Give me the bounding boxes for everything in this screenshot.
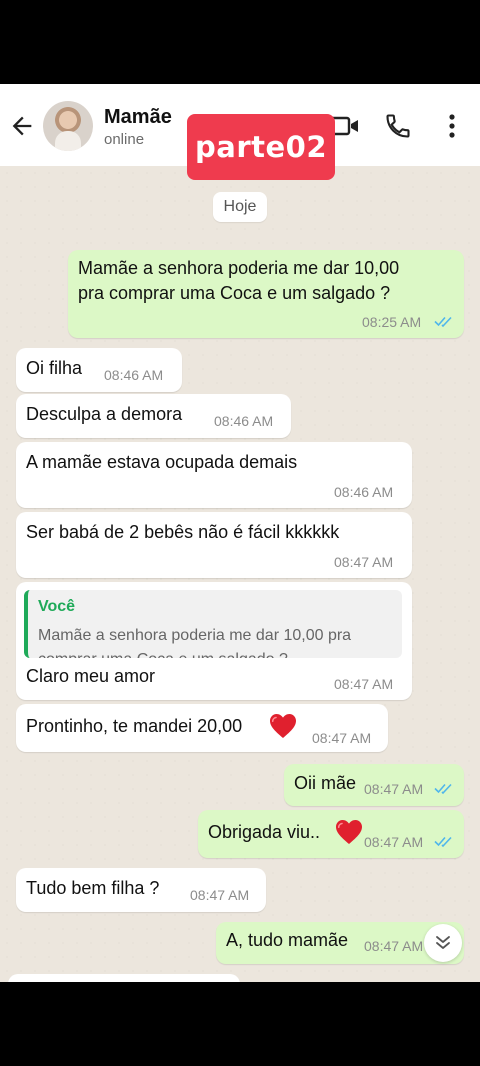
more-vertical-icon[interactable] [440,112,464,140]
back-arrow-icon[interactable] [8,112,36,140]
message-time: 08:46 AM [214,413,274,429]
message-incoming-partial[interactable] [8,974,240,982]
chevron-double-down-icon [436,936,450,949]
message-outgoing[interactable]: Mamãe a senhora poderia me dar 10,00 pra… [68,250,464,338]
message-time: 08:47 AM [312,730,372,746]
message-text: Ser babá de 2 bebês não é fácil kkkkkk [26,522,340,542]
scroll-to-bottom-button[interactable] [424,924,462,962]
overlay-caption-badge: parte02 [187,114,335,180]
avatar[interactable] [43,101,93,151]
message-text: Tudo bem filha ? [26,878,160,898]
contact-status: online [104,131,145,148]
message-time: 08:46 AM [104,367,164,383]
message-text: Oi filha [26,358,83,378]
message-time: 08:47 AM [334,676,394,692]
message-incoming-reply[interactable]: Você Mamãe a senhora poderia me dar 10,0… [16,582,412,700]
message-time: 08:47 AM [334,554,394,570]
message-text: Oii mãe [294,773,357,793]
heart-icon [270,714,296,738]
heart-icon [336,820,362,844]
chat-area[interactable]: Hoje Mamãe a senhora poderia me dar 10,0… [0,166,480,982]
message-outgoing[interactable]: Obrigada viu.. 08:47 AM [198,810,464,858]
message-time: 08:47 AM [364,834,424,850]
message-incoming[interactable]: Oi filha 08:46 AM [16,348,182,392]
message-text: Obrigada viu.. [208,822,321,842]
message-incoming[interactable]: Ser babá de 2 bebês não é fácil kkkkkk 0… [16,512,412,578]
top-black-bar [0,0,480,84]
contact-name[interactable]: Mamãe [104,106,172,129]
message-text: pra comprar uma Coca e um salgado ? [78,283,391,303]
message-text: Desculpa a demora [26,404,183,424]
message-text: A mamãe estava ocupada demais [26,452,298,472]
message-incoming[interactable]: A mamãe estava ocupada demais 08:46 AM [16,442,412,508]
double-check-icon [434,836,452,848]
double-check-icon [434,316,452,328]
double-check-icon [434,783,452,795]
message-text: A, tudo mamãe [226,930,349,950]
message-incoming[interactable]: Desculpa a demora 08:46 AM [16,394,291,438]
quote-author: Você [38,598,76,615]
message-time: 08:46 AM [334,484,394,500]
message-outgoing[interactable]: Oii mãe 08:47 AM [284,764,464,806]
message-time: 08:47 AM [364,781,424,797]
message-text: Claro meu amor [26,666,156,686]
phone-icon[interactable] [384,112,412,140]
message-incoming[interactable]: Prontinho, te mandei 20,00 08:47 AM [16,704,388,752]
message-time: 08:47 AM [190,887,250,903]
message-time: 08:25 AM [362,314,422,330]
message-incoming[interactable]: Tudo bem filha ? 08:47 AM [16,868,266,912]
message-text: Mamãe a senhora poderia me dar 10,00 [78,258,400,278]
quoted-message[interactable]: Você Mamãe a senhora poderia me dar 10,0… [24,590,402,658]
date-divider: Hoje [213,192,267,222]
message-time: 08:47 AM [364,938,424,954]
message-text: Prontinho, te mandei 20,00 [26,716,243,736]
quote-text: Mamãe a senhora poderia me dar 10,00 pra… [38,627,352,658]
bottom-black-bar [0,982,480,1066]
